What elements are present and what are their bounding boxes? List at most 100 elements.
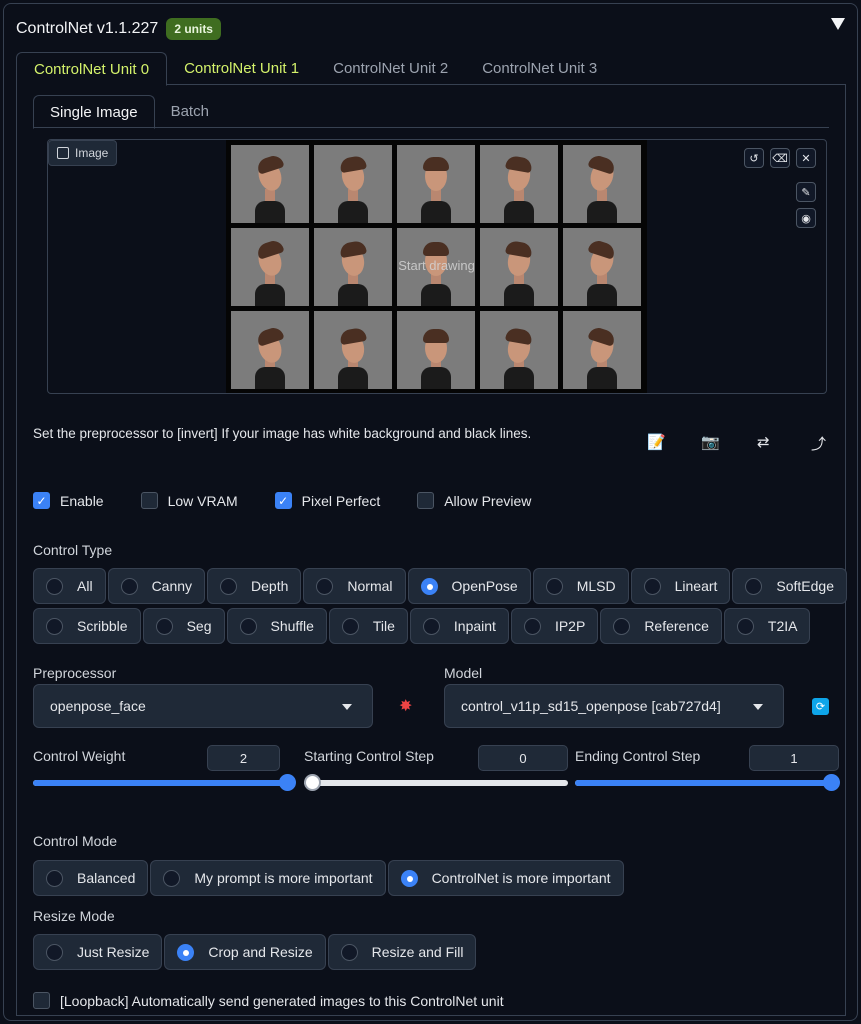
image-canvas[interactable] [226, 140, 647, 393]
radio-icon[interactable] [46, 617, 63, 635]
control-type-normal[interactable]: Normal [303, 568, 406, 604]
portrait-thumbnail [231, 228, 309, 306]
brush-icon[interactable]: ✎ [796, 182, 816, 202]
checkbox-icon[interactable] [417, 492, 435, 509]
model-dropdown[interactable]: control_v11p_sd15_openpose [cab727d4] [444, 684, 784, 728]
control-type-ip2p[interactable]: IP2P [510, 608, 599, 644]
tab-batch[interactable]: Batch [155, 95, 225, 128]
portrait-thumbnail [563, 145, 641, 223]
radio-icon[interactable] [177, 943, 195, 961]
camera-icon[interactable]: 📷 [701, 433, 720, 451]
radio-icon[interactable] [341, 617, 359, 635]
radio-icon[interactable] [745, 577, 763, 595]
image-input[interactable]: Image Start drawing ↺ ⌫ ✕ ✎ ◉ [47, 139, 827, 394]
control-mode-balanced[interactable]: Balanced [33, 860, 149, 896]
low-vram-checkbox[interactable]: Low VRAM [140, 492, 238, 509]
palette-icon[interactable]: ◉ [796, 208, 816, 228]
control-weight-label: Control Weight [33, 748, 126, 764]
control-type-openpose[interactable]: OpenPose [407, 568, 531, 604]
slider-thumb[interactable] [823, 774, 840, 791]
slider-thumb[interactable] [279, 774, 296, 791]
control-type-lineart[interactable]: Lineart [630, 568, 731, 604]
new-canvas-icon[interactable]: 📝 [647, 433, 666, 451]
image-tabs: Single Image Batch [33, 95, 829, 129]
radio-label: Lineart [674, 578, 718, 594]
tab-unit-2[interactable]: ControlNet Unit 2 [316, 52, 465, 85]
run-preprocessor-icon[interactable]: ✸ [399, 696, 412, 716]
model-label: Model [444, 665, 483, 681]
checkbox-icon[interactable] [140, 492, 158, 509]
pixel-perfect-checkbox[interactable]: ✓ Pixel Perfect [274, 492, 380, 509]
control-weight-slider[interactable] [33, 774, 296, 791]
radio-icon[interactable] [239, 617, 257, 635]
control-type-shuffle[interactable]: Shuffle [226, 608, 327, 644]
radio-icon[interactable] [46, 869, 63, 887]
portrait-thumbnail [480, 228, 558, 306]
close-icon[interactable]: ✕ [796, 148, 816, 168]
control-type-t2ia[interactable]: T2IA [723, 608, 811, 644]
preprocessor-dropdown[interactable]: openpose_face [33, 684, 373, 728]
radio-label: SoftEdge [776, 578, 835, 594]
control-weight-input[interactable]: 2 [207, 745, 280, 771]
control-type-canny[interactable]: Canny [107, 568, 206, 604]
refresh-icon[interactable]: ⟳ [812, 698, 829, 715]
control-type-reference[interactable]: Reference [600, 608, 722, 644]
radio-icon[interactable] [120, 577, 138, 595]
radio-icon[interactable] [46, 943, 63, 961]
radio-icon[interactable] [613, 617, 631, 635]
radio-icon[interactable] [316, 577, 334, 595]
header[interactable]: ControlNet v1.1.227 2 units [16, 16, 221, 42]
radio-icon[interactable] [422, 617, 440, 635]
radio-icon[interactable] [340, 943, 358, 961]
control-type-softedge[interactable]: SoftEdge [732, 568, 848, 604]
radio-icon[interactable] [163, 869, 181, 887]
starting-step-input[interactable]: 0 [478, 745, 568, 771]
control-type-tile[interactable]: Tile [328, 608, 408, 644]
enable-checkbox[interactable]: ✓ Enable [33, 492, 104, 509]
checkbox-icon[interactable]: ✓ [274, 492, 292, 509]
radio-icon[interactable] [736, 617, 754, 635]
control-mode-controlnet-is-more-important[interactable]: ControlNet is more important [387, 860, 624, 896]
starting-step-slider[interactable] [304, 774, 568, 791]
control-type-depth[interactable]: Depth [207, 568, 302, 604]
control-type-mlsd[interactable]: MLSD [532, 568, 629, 604]
resize-mode-just-resize[interactable]: Just Resize [33, 934, 163, 970]
resize-mode-resize-and-fill[interactable]: Resize and Fill [327, 934, 477, 970]
radio-label: Reference [644, 618, 709, 634]
radio-label: IP2P [554, 618, 586, 634]
radio-icon[interactable] [643, 577, 661, 595]
radio-label: Scribble [77, 618, 128, 634]
control-mode-my-prompt-is-more-important[interactable]: My prompt is more important [150, 860, 386, 896]
resize-mode-label: Resize Mode [33, 908, 115, 924]
swap-icon[interactable]: ⇄ [757, 433, 770, 451]
tab-unit-1[interactable]: ControlNet Unit 1 [167, 52, 316, 85]
send-dimensions-icon[interactable]: ⤴ [811, 433, 826, 454]
radio-icon[interactable] [46, 577, 63, 595]
checkbox-icon[interactable] [33, 992, 50, 1009]
undo-icon[interactable]: ↺ [744, 148, 764, 168]
radio-icon[interactable] [523, 617, 541, 635]
radio-icon[interactable] [155, 617, 173, 635]
loopback-checkbox[interactable]: [Loopback] Automatically send generated … [33, 992, 504, 1009]
resize-mode-crop-and-resize[interactable]: Crop and Resize [164, 934, 326, 970]
tab-single-image[interactable]: Single Image [33, 95, 155, 129]
radio-icon[interactable] [420, 577, 438, 595]
ending-step-slider[interactable] [575, 774, 840, 791]
control-type-scribble[interactable]: Scribble [33, 608, 141, 644]
radio-icon[interactable] [545, 577, 563, 595]
checkbox-icon[interactable]: ✓ [33, 492, 50, 509]
control-type-inpaint[interactable]: Inpaint [409, 608, 509, 644]
slider-thumb[interactable] [304, 774, 321, 791]
radio-icon[interactable] [400, 869, 418, 887]
radio-icon[interactable] [220, 577, 238, 595]
collapse-triangle-icon[interactable] [831, 18, 845, 30]
control-type-seg[interactable]: Seg [142, 608, 225, 644]
tab-unit-3[interactable]: ControlNet Unit 3 [465, 52, 614, 85]
allow-preview-checkbox[interactable]: Allow Preview [417, 492, 531, 509]
ending-step-input[interactable]: 1 [749, 745, 839, 771]
control-type-all[interactable]: All [33, 568, 106, 604]
eraser-icon[interactable]: ⌫ [770, 148, 790, 168]
unit-content: Single Image Batch Image Start drawing ↺… [16, 84, 848, 1016]
starting-step-label: Starting Control Step [304, 748, 434, 764]
tab-unit-0[interactable]: ControlNet Unit 0 [16, 52, 168, 86]
